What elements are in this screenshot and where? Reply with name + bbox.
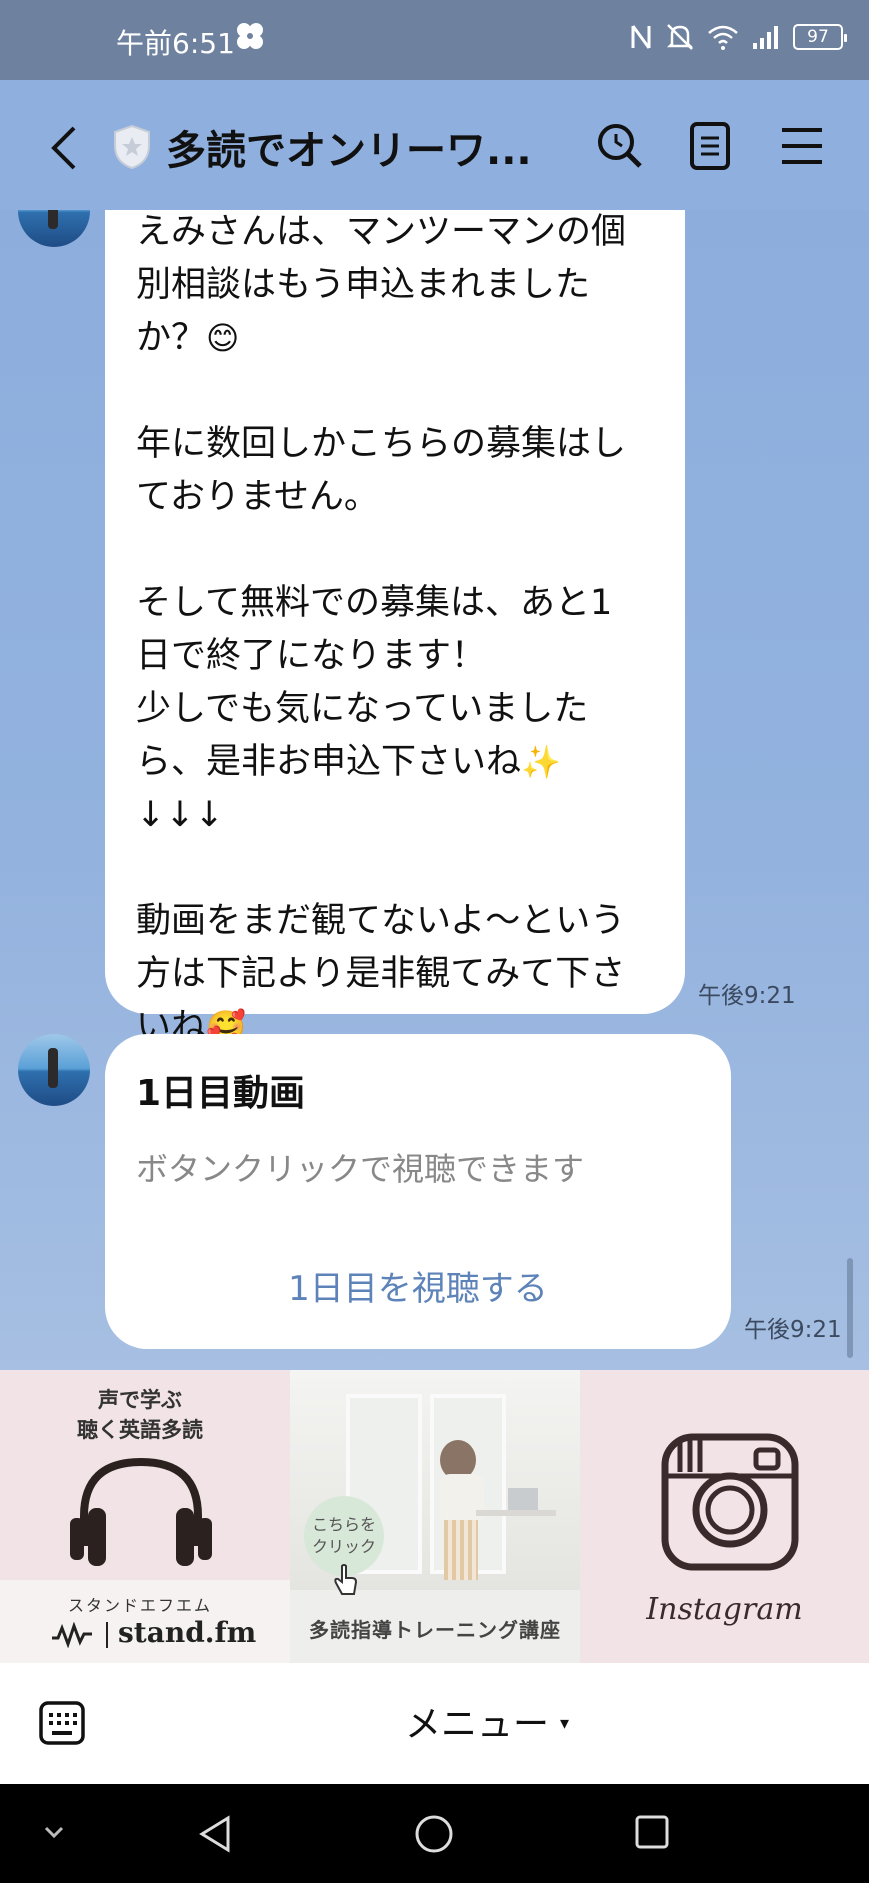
nav-hide-icon[interactable] [40, 1818, 68, 1846]
message-paragraph: えみさんは、マンツーマンの個 別相談はもう申込まれました か？😊 [136, 210, 645, 365]
pointer-hand-icon [334, 1564, 358, 1595]
status-icons: 97 [629, 22, 847, 52]
nav-home-icon[interactable] [414, 1814, 454, 1854]
instagram-icon [661, 1433, 799, 1571]
menu-bar: メニュー ▾ [0, 1663, 869, 1784]
card-title: 1日目動画 [136, 1073, 306, 1114]
back-arrow-icon[interactable] [44, 120, 84, 176]
message-bubble[interactable]: えみさんは、マンツーマンの個 別相談はもう申込まれました か？😊 年に数回しかこ… [105, 210, 685, 1047]
sparkles-emoji-icon: ✨ [521, 743, 561, 781]
message-line: 日で終了になります！ [136, 636, 487, 676]
bell-off-icon [666, 24, 694, 50]
rich-menu: 声で学ぶ 聴く英語多読 スタンドエフエム stand.fm こちらを クリック [0, 1370, 869, 1663]
message-line: ら、是非お申込下さいね✨ [136, 742, 561, 782]
message-line: 動画をまだ観てないよ〜という [136, 901, 626, 941]
message-paragraph: 動画をまだ観てないよ〜という 方は下記より是非観てみて下さ いね🥰 [136, 895, 645, 1054]
shield-icon [114, 124, 150, 170]
system-nav-bar [0, 1784, 869, 1883]
message-line: 年に数回しかこちらの募集はし [136, 424, 627, 464]
status-time: 午前6:51 [116, 27, 235, 60]
message-line: 少しでも気になっていました [136, 689, 589, 729]
standfm-line2: 聴く英語多読 [77, 1418, 203, 1442]
message-line: そして無料での募集は、あと1 [136, 583, 613, 623]
standfm-katakana: スタンドエフエム [67, 1596, 212, 1615]
message-line: ↓↓↓ [136, 795, 224, 835]
battery-level: 97 [807, 27, 829, 47]
standfm-line1: 声で学ぶ [98, 1388, 182, 1412]
smile-emoji-icon: 😊 [206, 319, 240, 357]
message-line: 方は下記より是非観てみて下さ [136, 954, 626, 994]
message-time: 午後9:21 [744, 1317, 842, 1343]
instagram-label: Instagram [646, 1592, 803, 1627]
click-badge-line1: こちらを [311, 1515, 376, 1534]
video-card[interactable]: 1日目動画 ボタンクリックで視聴できます 1日目を視聴する [105, 1034, 731, 1349]
keyboard-icon[interactable] [38, 1700, 86, 1746]
message-line: えみさんは、マンツーマンの個 [136, 212, 627, 252]
fan-icon [237, 23, 263, 49]
message-line: か？😊 [136, 318, 240, 358]
notes-icon[interactable] [684, 120, 736, 172]
nav-back-icon[interactable] [196, 1814, 236, 1854]
signal-icon [753, 26, 778, 49]
headphones-icon [70, 1457, 212, 1566]
menu-icon[interactable] [776, 120, 828, 172]
message-time: 午後9:21 [698, 983, 796, 1009]
standfm-logo-icon [52, 1622, 92, 1648]
wifi-icon [708, 25, 738, 50]
avatar[interactable] [18, 1034, 90, 1106]
chat-title: 多読でオンリーワ... [166, 128, 532, 174]
rich-menu-training[interactable]: こちらを クリック 多読指導トレーニング講座 [290, 1370, 580, 1663]
status-bar: 午前6:51 97 [0, 0, 869, 80]
caret-down-icon[interactable]: ▾ [560, 1713, 569, 1734]
watch-day1-button[interactable]: 1日目を視聴する [105, 1254, 731, 1324]
nav-recents-icon[interactable] [634, 1814, 670, 1850]
search-icon[interactable] [594, 120, 646, 172]
scrollbar[interactable] [847, 1258, 853, 1358]
message-line: ておりません。 [136, 477, 379, 517]
card-subtitle: ボタンクリックで視聴できます [136, 1150, 585, 1188]
chat-header: 多読でオンリーワ... [0, 80, 869, 210]
click-badge-line2: クリック [311, 1537, 376, 1556]
rich-menu-standfm[interactable]: 声で学ぶ 聴く英語多読 スタンドエフエム stand.fm [0, 1370, 290, 1663]
rich-menu-instagram[interactable]: Instagram [580, 1370, 869, 1663]
menu-toggle-label[interactable]: メニュー [405, 1695, 549, 1747]
standfm-brand: stand.fm [118, 1616, 257, 1649]
nfc-icon [631, 25, 651, 49]
training-label: 多読指導トレーニング講座 [309, 1618, 561, 1642]
message-paragraph: そして無料での募集は、あと1 日で終了になります！ 少しでも気になっていました … [136, 577, 645, 842]
avatar[interactable] [18, 210, 90, 247]
chat-area[interactable]: えみさんは、マンツーマンの個 別相談はもう申込まれました か？😊 年に数回しかこ… [0, 210, 869, 1370]
message-paragraph: 年に数回しかこちらの募集はし ておりません。 [136, 418, 645, 524]
message-line: 別相談はもう申込まれました [136, 265, 590, 305]
battery-icon: 97 [793, 24, 847, 50]
